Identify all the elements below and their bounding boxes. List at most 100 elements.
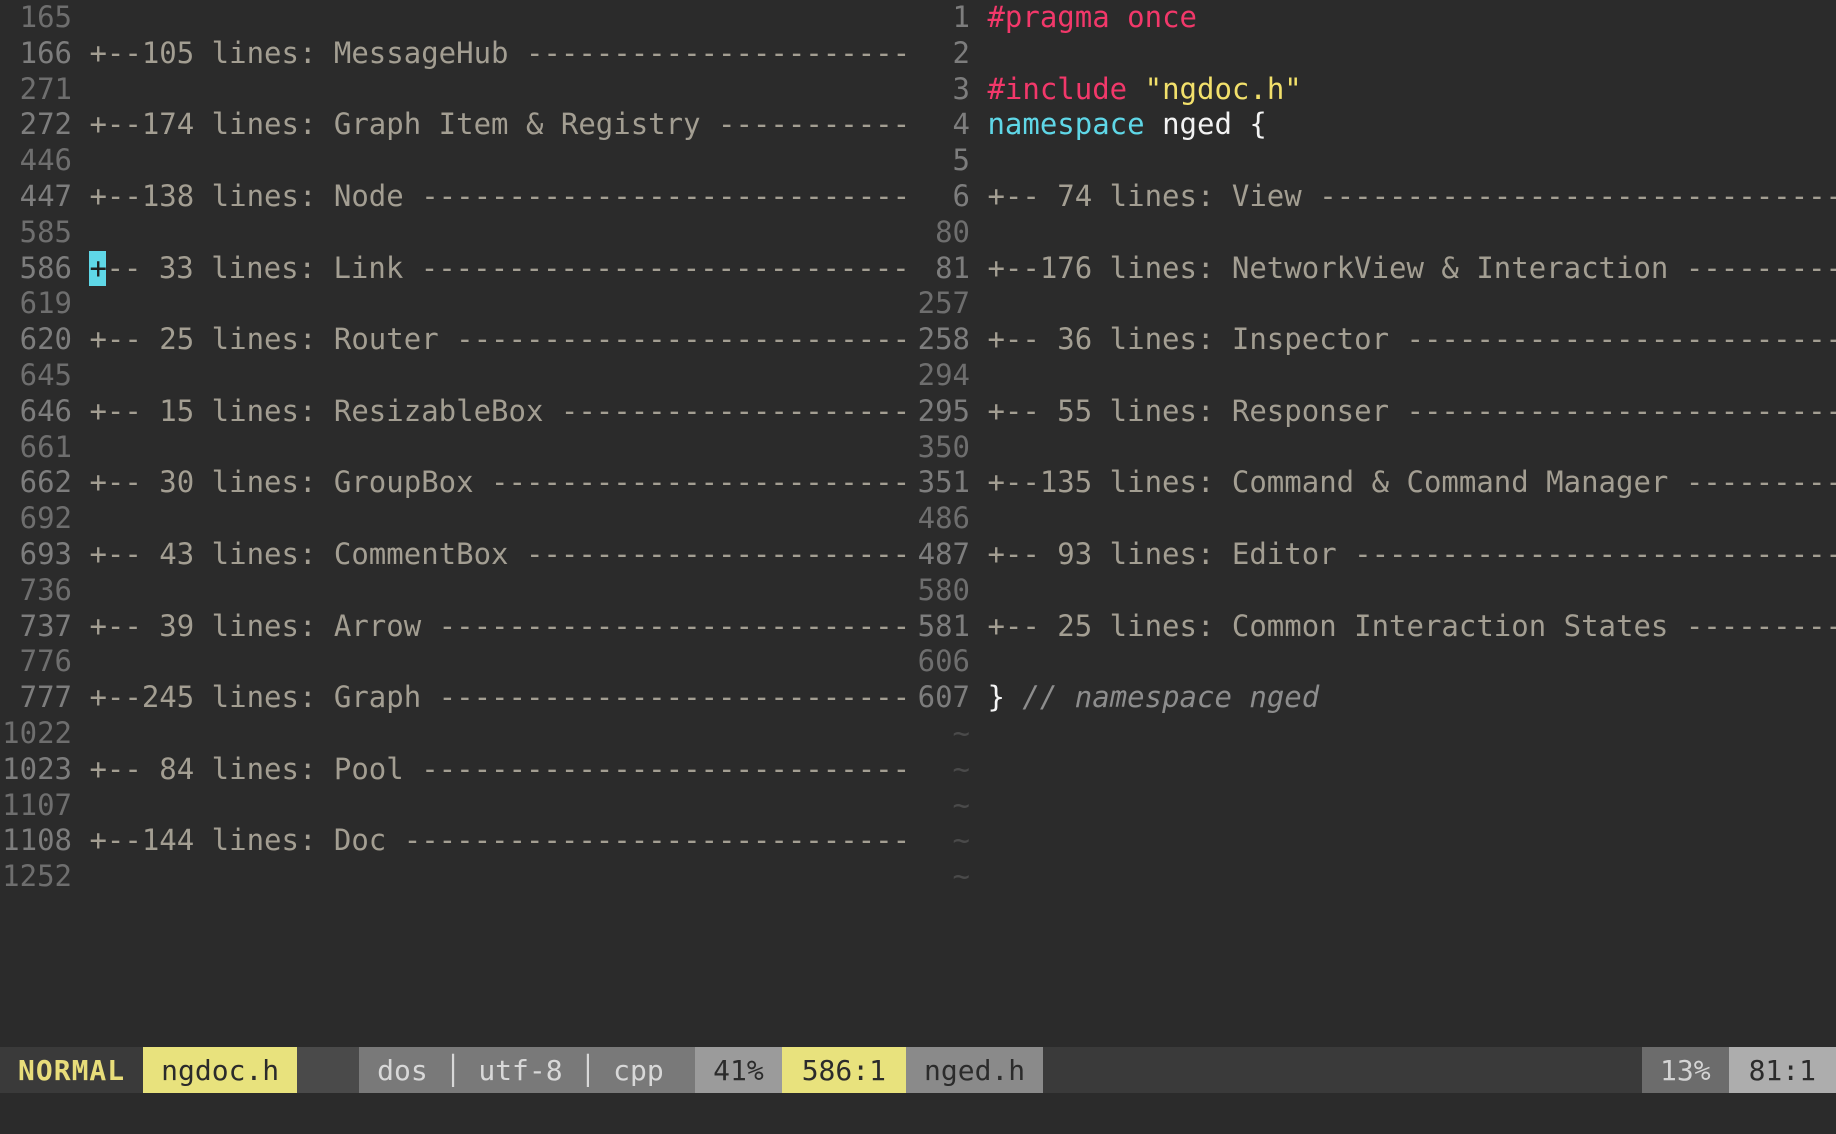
fold-text: +--138 lines: Node ---------------------… — [72, 178, 906, 213]
line-number: ~ — [952, 859, 970, 894]
line-number: 661 — [2, 429, 72, 464]
fold-text: +-- 84 lines: Pool ---------------------… — [72, 751, 906, 786]
statusline-left: NORMAL ngdoc.h dos │ utf-8 │ cpp 41% 586… — [0, 1047, 906, 1093]
fold-row[interactable]: 351 +--135 lines: Command & Command Mana… — [906, 465, 1836, 501]
line-number: 294 — [917, 357, 970, 392]
fold-text: +--135 lines: Command & Command Manager … — [970, 465, 1836, 500]
fold-text: +-- 43 lines: CommentBox ---------------… — [72, 536, 906, 571]
fold-row[interactable]: 1108 +--144 lines: Doc -----------------… — [0, 823, 906, 859]
line-number: 646 — [2, 393, 72, 428]
code-row[interactable]: 2 — [906, 36, 1836, 72]
fold-text: +-- 15 lines: ResizableBox -------------… — [72, 393, 906, 428]
fold-row[interactable]: 646 +-- 15 lines: ResizableBox ---------… — [0, 394, 906, 430]
line-number: ~ — [952, 715, 970, 750]
fold-row[interactable]: 272 +--174 lines: Graph Item & Registry … — [0, 107, 906, 143]
fold-row[interactable]: 258 +-- 36 lines: Inspector ------------… — [906, 322, 1836, 358]
status-bar: NORMAL ngdoc.h dos │ utf-8 │ cpp 41% 586… — [0, 1047, 1836, 1093]
code-text: namespace nged { — [987, 107, 1267, 142]
line-number: 662 — [2, 465, 72, 500]
fold-end-row: 645 — [0, 358, 906, 394]
line-number: 447 — [2, 178, 72, 213]
line-number: 487 — [917, 536, 970, 571]
code-row[interactable]: 3 #include "ngdoc.h" — [906, 72, 1836, 108]
fold-row[interactable]: 166 +--105 lines: MessageHub -----------… — [0, 36, 906, 72]
line-number: 606 — [917, 644, 970, 679]
fold-end-row: 736 — [0, 573, 906, 609]
fold-text: +-- 93 lines: Editor -------------------… — [970, 536, 1836, 571]
status-gap-left — [297, 1047, 360, 1093]
line-number: 1 — [917, 0, 970, 34]
statusline-right: nged.h 13% 81:1 — [906, 1047, 1836, 1093]
editor-pane-ngdoc-h[interactable]: 165 166 +--105 lines: MessageHub -------… — [0, 0, 906, 1047]
fold-row[interactable]: 81 +--176 lines: NetworkView & Interacti… — [906, 251, 1836, 287]
line-number: 581 — [917, 608, 970, 643]
status-filename-left[interactable]: ngdoc.h — [143, 1047, 298, 1093]
line-number: 1108 — [2, 823, 72, 858]
fold-text: +--144 lines: Doc ----------------------… — [72, 823, 906, 858]
fold-end-row: 606 — [906, 644, 1836, 680]
fold-end-row: 165 — [0, 0, 906, 36]
line-number: 619 — [2, 286, 72, 321]
line-number: 271 — [2, 71, 72, 106]
line-number: 81 — [917, 250, 970, 285]
fold-end-row: 1022 — [0, 716, 906, 752]
line-number: 4 — [917, 107, 970, 142]
fold-row[interactable]: 586 +-- 33 lines: Link -----------------… — [0, 250, 906, 287]
line-number: 692 — [2, 501, 72, 536]
filler-row: ~ — [906, 752, 1836, 788]
fold-row[interactable]: 662 +-- 30 lines: GroupBox -------------… — [0, 465, 906, 501]
fold-end-row: 585 — [0, 215, 906, 251]
editor-pane-nged-h[interactable]: 1 #pragma once 2 3 #include "ngdoc.h" 4 … — [906, 0, 1836, 1047]
fold-row[interactable]: 777 +--245 lines: Graph ----------------… — [0, 680, 906, 716]
fold-end-row: 661 — [0, 430, 906, 466]
code-row[interactable]: 5 — [906, 143, 1836, 179]
line-number: 272 — [2, 107, 72, 142]
fold-end-row: 1107 — [0, 788, 906, 824]
fold-text: +--245 lines: Graph --------------------… — [72, 680, 906, 715]
fold-row[interactable]: 620 +-- 25 lines: Router ---------------… — [0, 322, 906, 358]
fold-row[interactable]: 581 +-- 25 lines: Common Interaction Sta… — [906, 609, 1836, 645]
fold-text: +-- 25 lines: Common Interaction States … — [970, 608, 1836, 643]
code-row[interactable]: 1 #pragma once — [906, 0, 1836, 36]
filler-row: ~ — [906, 859, 1836, 895]
fold-row[interactable]: 447 +--138 lines: Node -----------------… — [0, 179, 906, 215]
line-number: 165 — [2, 0, 72, 34]
code-row[interactable]: 4 namespace nged { — [906, 107, 1836, 143]
fold-row[interactable]: 295 +-- 55 lines: Responser ------------… — [906, 394, 1836, 430]
code-row[interactable]: 607 } // namespace nged — [906, 680, 1836, 716]
line-number: 607 — [917, 680, 970, 715]
fold-row[interactable]: 487 +-- 93 lines: Editor ---------------… — [906, 537, 1836, 573]
status-position-right: 81:1 — [1728, 1047, 1836, 1093]
fold-text: +-- 39 lines: Arrow --------------------… — [72, 608, 906, 643]
line-number: 777 — [2, 680, 72, 715]
line-number: 1252 — [2, 859, 72, 894]
fold-row[interactable]: 693 +-- 43 lines: CommentBox -----------… — [0, 537, 906, 573]
fold-end-row: 271 — [0, 72, 906, 108]
line-number: 620 — [2, 322, 72, 357]
line-number: 586 — [2, 250, 72, 285]
line-number: 645 — [2, 357, 72, 392]
line-number: 446 — [2, 143, 72, 178]
status-mode: NORMAL — [0, 1047, 144, 1093]
line-number: 737 — [2, 608, 72, 643]
fold-end-row: 257 — [906, 286, 1836, 322]
fold-end-row: 580 — [906, 573, 1836, 609]
fold-row[interactable]: 1023 +-- 84 lines: Pool ----------------… — [0, 752, 906, 788]
line-number: ~ — [952, 823, 970, 858]
line-number: ~ — [952, 787, 970, 822]
fold-text: +--105 lines: MessageHub ---------------… — [72, 35, 906, 70]
line-number: 1022 — [2, 715, 72, 750]
fold-row[interactable]: 737 +-- 39 lines: Arrow ----------------… — [0, 609, 906, 645]
fold-end-row: 294 — [906, 358, 1836, 394]
status-filename-right[interactable]: nged.h — [906, 1047, 1044, 1093]
fold-row[interactable]: 6 +-- 74 lines: View -------------------… — [906, 179, 1836, 215]
fold-end-row: 776 — [0, 644, 906, 680]
editor-panes: 165 166 +--105 lines: MessageHub -------… — [0, 0, 1836, 1047]
code-text: } // namespace nged — [987, 680, 1320, 715]
line-number: 295 — [917, 393, 970, 428]
fold-text: +-- 30 lines: GroupBox -----------------… — [72, 465, 906, 500]
fold-text: +--176 lines: NetworkView & Interaction … — [970, 250, 1836, 285]
status-position-left: 586:1 — [781, 1047, 906, 1093]
line-number: 736 — [2, 572, 72, 607]
line-number: 776 — [2, 644, 72, 679]
